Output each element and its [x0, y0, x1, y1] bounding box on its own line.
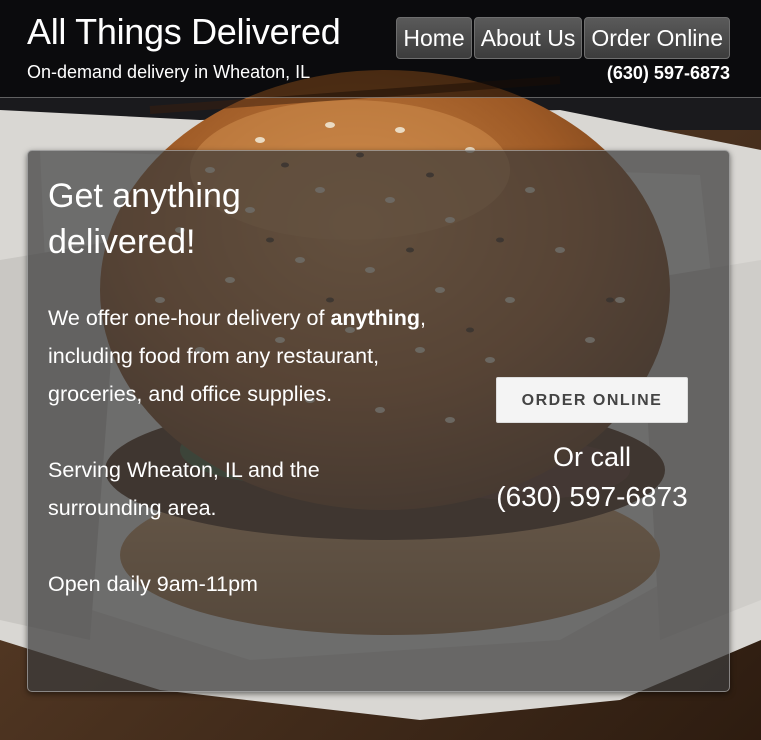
or-call-label: Or call — [552, 442, 631, 472]
intro-emphasis: anything — [330, 306, 421, 330]
panel-phone-number[interactable]: (630) 597-6873 — [496, 477, 688, 517]
order-online-button[interactable]: ORDER ONLINE — [496, 377, 688, 423]
header-phone-number[interactable]: (630) 597-6873 — [607, 63, 730, 84]
nav-home-button[interactable]: Home — [396, 17, 472, 59]
nav-order-online-button[interactable]: Order Online — [584, 17, 730, 59]
intro-paragraph: We offer one-hour delivery of anything, … — [48, 299, 428, 413]
description: We offer one-hour delivery of anything, … — [48, 299, 428, 603]
nav-about-button[interactable]: About Us — [473, 17, 583, 59]
intro-text-start: We offer one-hour delivery of — [48, 306, 331, 330]
site-title[interactable]: All Things Delivered — [27, 11, 341, 53]
page-headline: Get anything delivered! — [48, 177, 241, 261]
site-tagline: On-demand delivery in Wheaton, IL — [27, 62, 311, 82]
main-nav: Home About Us Order Online — [396, 17, 730, 59]
service-area-text: Serving Wheaton, IL and the surrounding … — [48, 458, 320, 520]
main-panel: Get anything delivered! We offer one-hou… — [27, 150, 730, 692]
call-to-action: ORDER ONLINE Or call (630) 597-6873 — [496, 377, 688, 517]
site-header: All Things Delivered On-demand delivery … — [0, 0, 761, 98]
hours-text: Open daily 9am-11pm — [48, 572, 258, 596]
page: All Things Delivered On-demand delivery … — [0, 0, 761, 740]
